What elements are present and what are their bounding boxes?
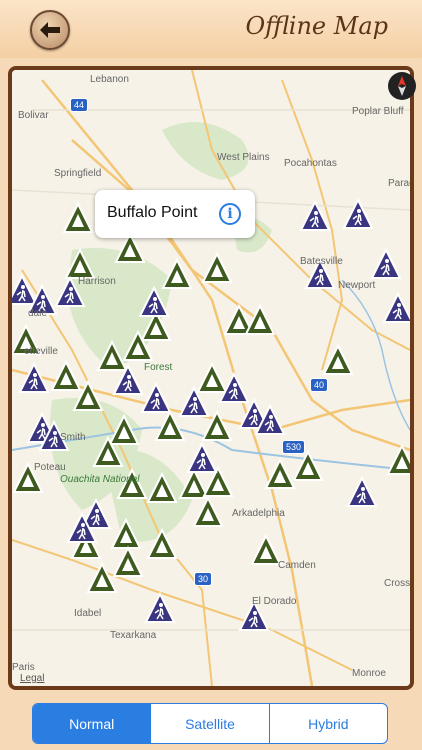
hiking-marker[interactable] [371, 249, 401, 279]
header-bar: Offline Map [0, 0, 422, 58]
highway-shield: 30 [194, 572, 213, 586]
place-label: Newport [338, 280, 376, 291]
campground-marker[interactable] [323, 345, 353, 375]
place-label: Cross [384, 578, 410, 589]
map-view[interactable]: Lebanon Bolivar Springfield West Plains … [12, 70, 410, 686]
campground-marker[interactable] [113, 547, 143, 577]
campground-marker[interactable] [109, 415, 139, 445]
place-label: Camden [278, 560, 316, 571]
place-label: Idabel [74, 608, 102, 619]
back-arrow-icon [40, 22, 60, 38]
hiking-marker[interactable] [12, 275, 37, 305]
info-icon[interactable]: i [219, 203, 241, 225]
place-label: Smith [60, 432, 86, 443]
campground-marker[interactable] [251, 535, 281, 565]
map-type-selector[interactable]: Normal Satellite Hybrid [32, 703, 388, 744]
place-label: Ouachita National [60, 474, 140, 485]
place-label: dale [28, 308, 47, 319]
hiking-marker[interactable] [145, 593, 175, 623]
campground-marker[interactable] [65, 249, 95, 279]
campground-marker[interactable] [115, 233, 145, 263]
place-label: Pocahontas [284, 158, 337, 169]
place-label: Batesville [300, 256, 343, 267]
place-label: Bolivar [18, 110, 49, 121]
place-label: Forest [144, 362, 173, 373]
campground-marker[interactable] [111, 519, 141, 549]
campground-marker[interactable] [387, 445, 410, 475]
hiking-marker[interactable] [141, 383, 171, 413]
campground-marker[interactable] [147, 529, 177, 559]
hiking-marker[interactable] [300, 201, 330, 231]
hiking-marker[interactable] [383, 293, 410, 323]
campground-marker[interactable] [51, 361, 81, 391]
place-label: West Plains [217, 152, 270, 163]
hiking-marker[interactable] [347, 477, 377, 507]
place-label: Texarkana [110, 630, 157, 641]
map-type-hybrid[interactable]: Hybrid [268, 704, 387, 743]
back-button[interactable] [30, 10, 70, 50]
highway-shield: 530 [282, 440, 306, 454]
campground-marker[interactable] [265, 459, 295, 489]
place-label: Harrison [78, 276, 116, 287]
campground-marker[interactable] [147, 473, 177, 503]
hiking-marker[interactable] [139, 287, 169, 317]
compass-icon[interactable] [388, 72, 416, 100]
campground-marker[interactable] [193, 497, 223, 527]
place-label: Springfield [54, 168, 102, 179]
campground-marker[interactable] [97, 341, 127, 371]
campground-marker[interactable] [197, 363, 227, 393]
hiking-marker[interactable] [187, 443, 217, 473]
place-label: Monroe [352, 668, 386, 679]
place-label: Lebanon [90, 74, 129, 85]
highway-shield: 40 [310, 378, 329, 392]
place-label: Arkadelphia [232, 508, 285, 519]
place-label: El Dorado [252, 596, 297, 607]
page-title: Offline Map [245, 12, 388, 40]
place-label: Paris [12, 662, 35, 673]
map-type-normal[interactable]: Normal [33, 704, 151, 743]
campground-marker[interactable] [162, 259, 192, 289]
place-label: Poteau [34, 462, 66, 473]
place-label: Parag [388, 178, 410, 189]
place-label: Poplar Bluff [352, 106, 404, 117]
hiking-marker[interactable] [343, 199, 373, 229]
marker-layer [12, 199, 410, 631]
map-type-satellite[interactable]: Satellite [150, 704, 268, 743]
campground-marker[interactable] [202, 253, 232, 283]
callout-title: Buffalo Point [107, 204, 198, 221]
legal-link[interactable]: Legal [20, 673, 44, 684]
highway-shield: 44 [70, 98, 89, 112]
hiking-marker[interactable] [19, 363, 49, 393]
place-label: etteville [24, 346, 58, 357]
campground-marker[interactable] [293, 451, 323, 481]
campground-marker[interactable] [87, 563, 117, 593]
campground-marker[interactable] [179, 469, 209, 499]
campground-marker[interactable] [245, 305, 275, 335]
campground-marker[interactable] [63, 203, 93, 233]
